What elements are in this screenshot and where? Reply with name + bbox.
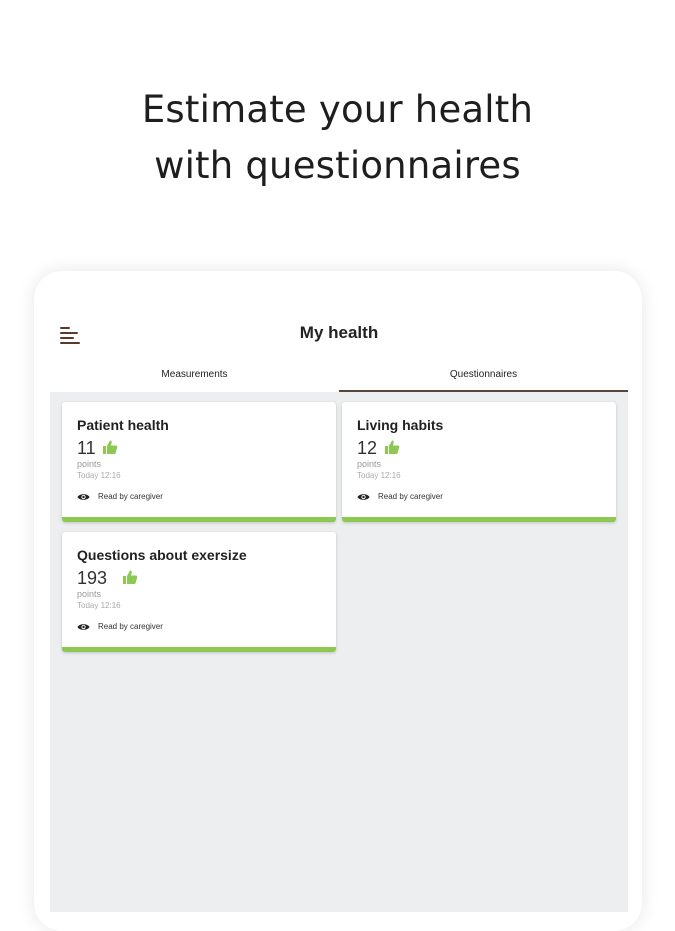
card-title: Patient health: [77, 417, 169, 433]
headline-line-2: with questionnaires: [154, 144, 521, 187]
points-label: points: [77, 459, 102, 469]
thumbs-up-icon: [123, 570, 138, 584]
read-status: Read by caregiver: [378, 492, 443, 501]
app-bar: My health: [50, 313, 628, 353]
thumbs-up-icon: [385, 440, 400, 454]
questionnaire-list: Patient health 11 points Today 12:16 Rea…: [50, 392, 628, 912]
read-status: Read by caregiver: [98, 492, 163, 501]
promo-headline: Estimate your health with questionnaires: [0, 82, 675, 194]
card-score: 12: [357, 438, 378, 458]
questionnaire-card[interactable]: Patient health 11 points Today 12:16 Rea…: [62, 402, 336, 522]
card-score: 11: [77, 438, 96, 458]
tab-bar: Measurements Questionnaires: [50, 361, 628, 393]
device-frame: My health Measurements Questionnaires Pa…: [34, 271, 642, 931]
timestamp: Today 12:16: [77, 471, 121, 480]
timestamp: Today 12:16: [357, 471, 401, 480]
page-title: My health: [299, 323, 379, 342]
timestamp: Today 12:16: [77, 601, 121, 610]
questionnaire-card[interactable]: Living habits 12 points Today 12:16 Read…: [342, 402, 616, 522]
eye-icon: [357, 494, 370, 500]
eye-icon: [77, 494, 90, 500]
points-label: points: [77, 589, 102, 599]
points-label: points: [357, 459, 382, 469]
tab-measurements[interactable]: Measurements: [50, 361, 339, 393]
card-title: Living habits: [357, 417, 444, 433]
tab-questionnaires[interactable]: Questionnaires: [339, 361, 628, 393]
read-status: Read by caregiver: [98, 622, 163, 631]
card-title: Questions about exersize: [77, 547, 247, 563]
card-score: 193: [77, 568, 108, 588]
eye-icon: [77, 624, 90, 630]
headline-line-1: Estimate your health: [141, 88, 534, 131]
thumbs-up-icon: [103, 440, 118, 454]
app-screen: My health Measurements Questionnaires Pa…: [50, 271, 628, 912]
questionnaire-card[interactable]: Questions about exersize 193 points Toda…: [62, 532, 336, 652]
